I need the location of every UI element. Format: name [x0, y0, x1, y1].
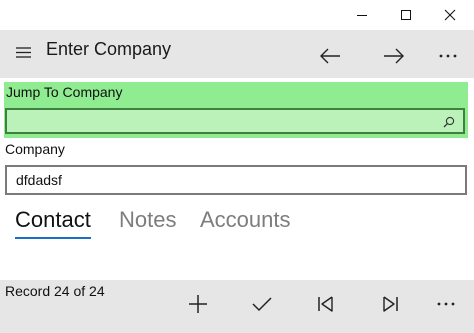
record-status: Record 24 of 24 — [5, 283, 105, 299]
more-icon[interactable] — [432, 42, 464, 70]
jump-to-company-section: Jump To Company — [4, 82, 468, 138]
arrow-left-icon[interactable] — [314, 42, 346, 70]
jump-to-company-input[interactable] — [5, 108, 465, 134]
window-titlebar — [0, 0, 474, 30]
arrow-right-icon[interactable] — [378, 42, 410, 70]
plus-icon[interactable] — [182, 290, 214, 318]
company-label: Company — [5, 141, 65, 157]
last-record-icon[interactable] — [374, 290, 406, 318]
company-input[interactable] — [7, 167, 465, 193]
company-field[interactable] — [5, 165, 467, 195]
close-icon[interactable] — [430, 0, 470, 30]
tab-notes[interactable]: Notes — [119, 206, 176, 234]
search-icon[interactable] — [443, 115, 455, 128]
minimize-icon[interactable] — [342, 0, 382, 30]
tab-contact[interactable]: Contact — [15, 206, 91, 234]
jump-to-company-label: Jump To Company — [6, 84, 123, 100]
tab-accounts[interactable]: Accounts — [200, 206, 291, 234]
checkmark-icon[interactable] — [246, 290, 278, 318]
app-header-bar: Enter Company — [0, 30, 474, 78]
page-title: Enter Company — [46, 39, 172, 59]
more-icon[interactable] — [430, 290, 462, 318]
hamburger-icon[interactable] — [16, 46, 32, 60]
maximize-icon[interactable] — [386, 0, 426, 30]
active-tab-indicator — [15, 237, 91, 239]
first-record-icon[interactable] — [310, 290, 342, 318]
bottom-command-bar: Record 24 of 24 — [0, 280, 474, 333]
